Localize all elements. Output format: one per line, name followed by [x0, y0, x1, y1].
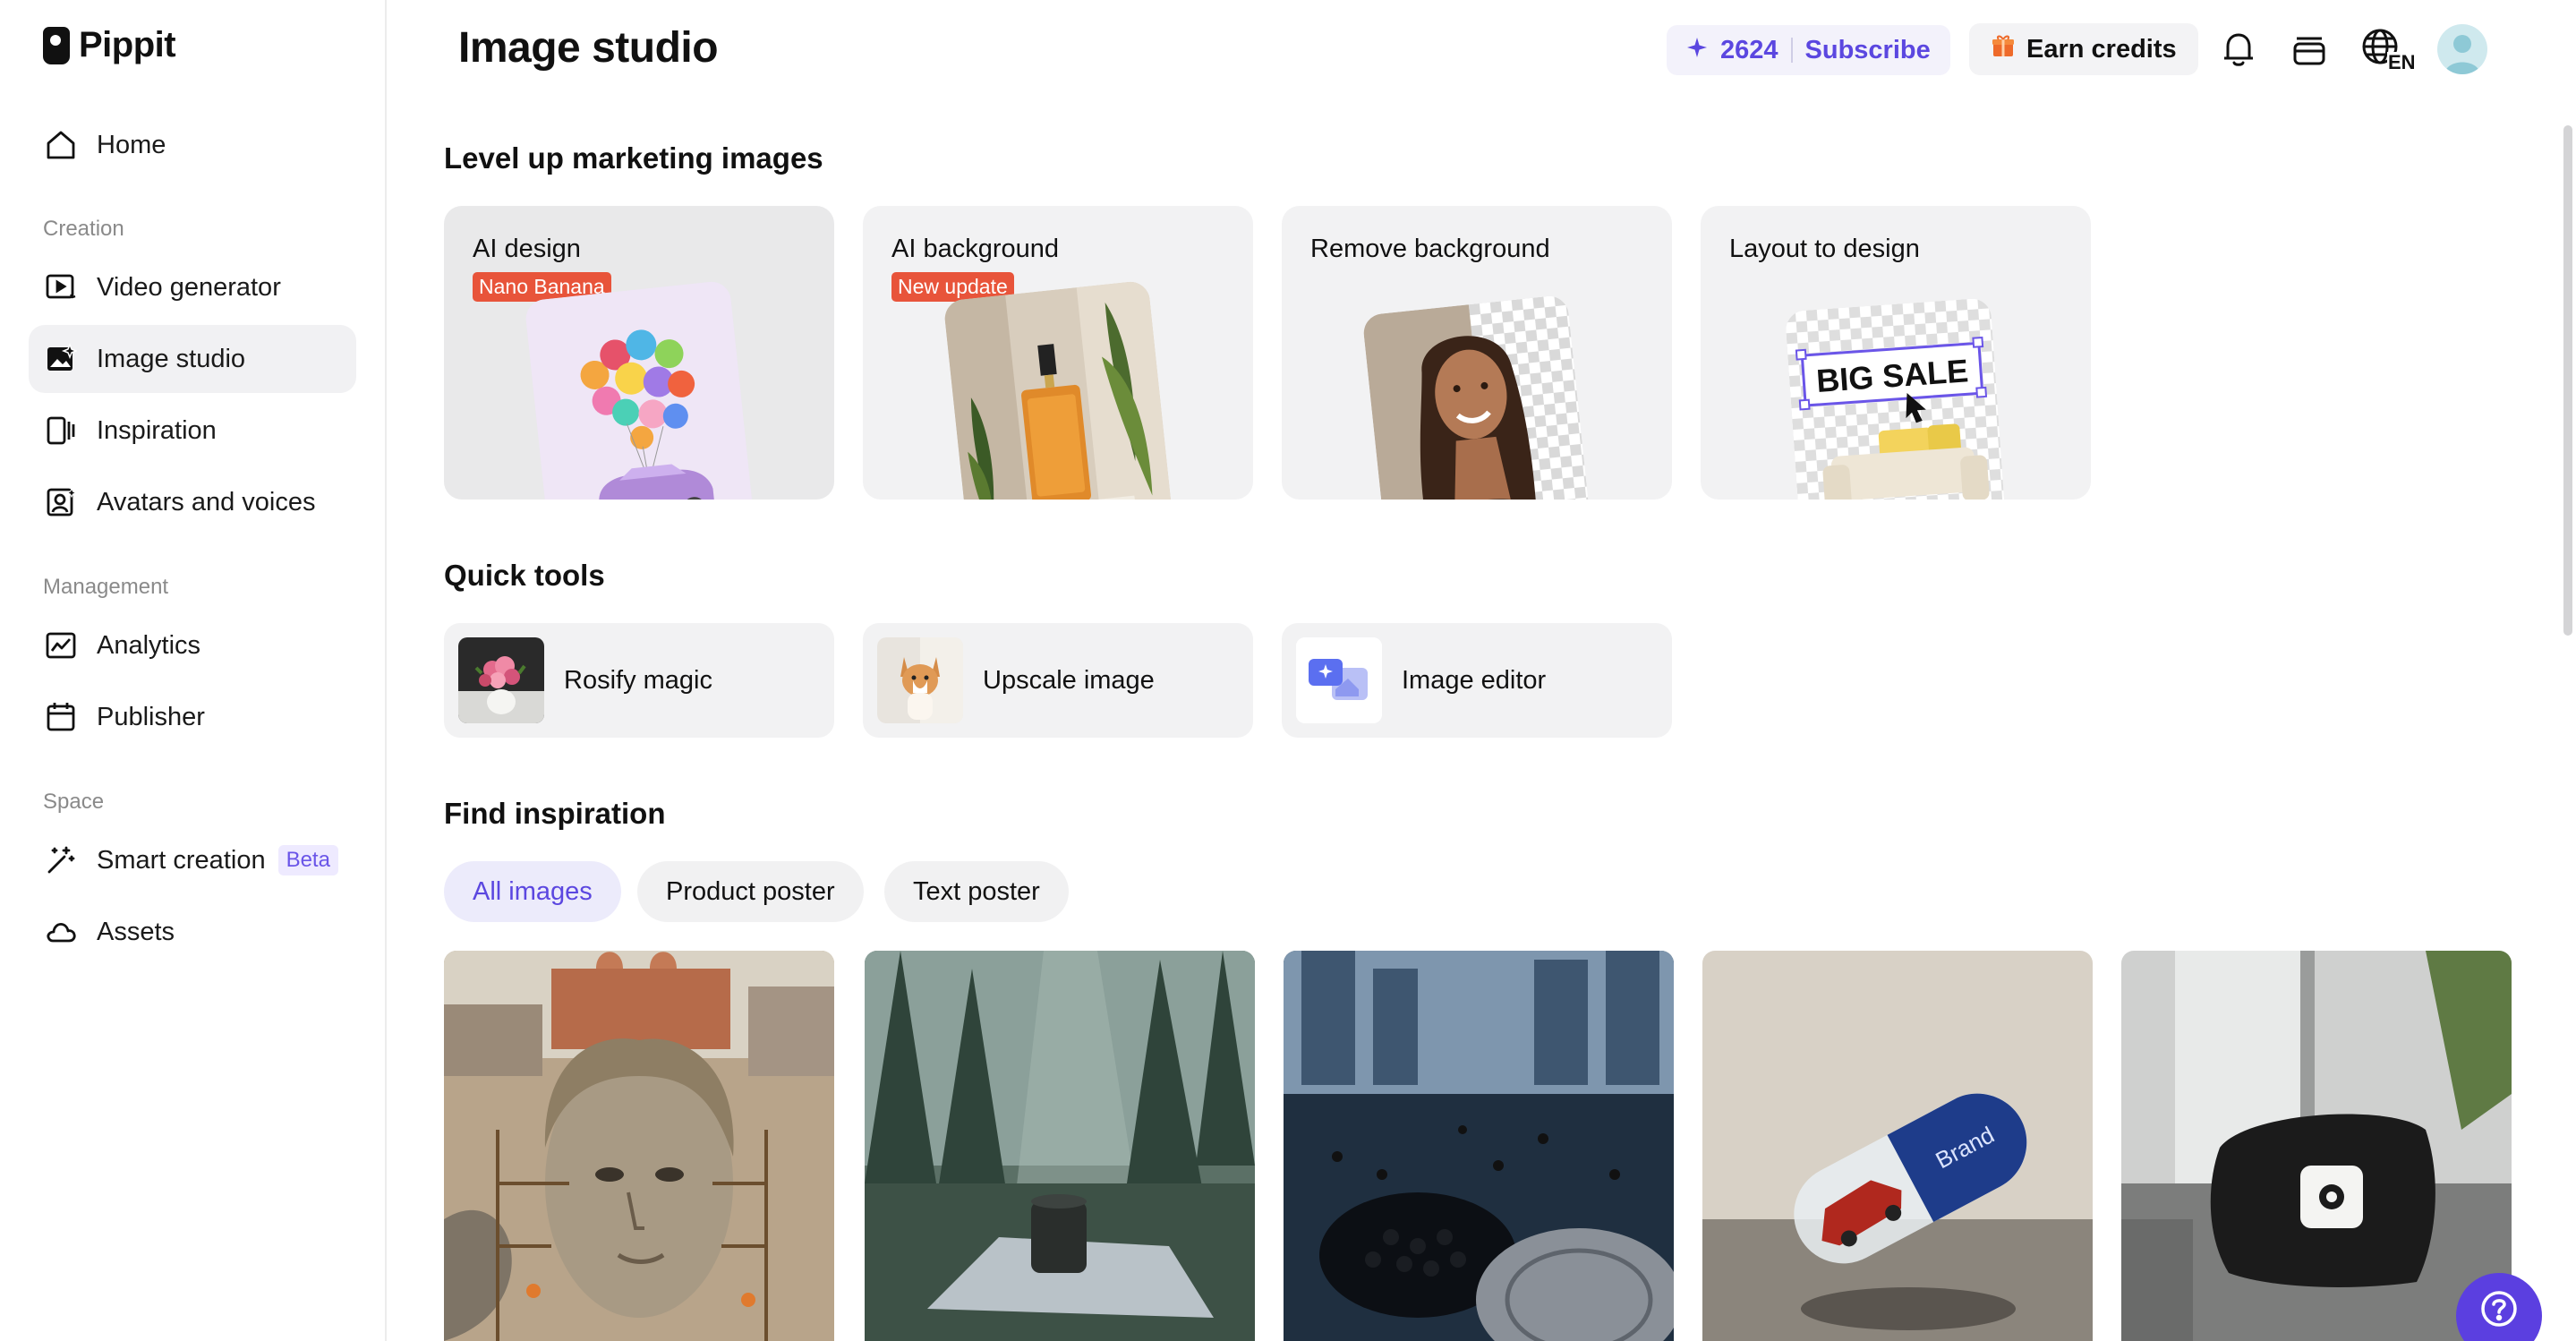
sidebar-item-image-studio[interactable]: Image studio	[29, 325, 356, 393]
section-title-creation: Creation	[43, 217, 124, 241]
sidebar-item-label: Video generator	[97, 272, 281, 302]
globe-language-icon[interactable]: EN	[2359, 27, 2415, 72]
chart-icon	[43, 628, 79, 663]
card-title: Remove background	[1310, 235, 1550, 263]
tool-image-editor[interactable]: Image editor	[1282, 623, 1672, 738]
magic-wand-icon	[43, 842, 79, 878]
card-remove-background[interactable]: Remove background	[1282, 206, 1672, 500]
perfume-bottle-illustration	[943, 279, 1173, 500]
gallery-image-manhole-street[interactable]	[1284, 951, 1674, 1341]
calendar-icon	[43, 699, 79, 735]
rose-vase-thumbnail	[458, 637, 544, 723]
credits-subscribe-pill[interactable]: 2624 Subscribe	[1667, 25, 1950, 75]
sidebar: Pippit Home Creation Video generator Ima…	[0, 0, 387, 1341]
card-ai-design[interactable]: AI design Nano Banana	[444, 206, 834, 500]
divider	[1790, 38, 1793, 63]
subscribe-button[interactable]: Subscribe	[1805, 36, 1931, 65]
sidebar-item-label: Inspiration	[97, 415, 217, 445]
app-logo[interactable]: Pippit	[43, 25, 176, 65]
cloud-icon	[43, 914, 79, 950]
sidebar-item-analytics[interactable]: Analytics	[29, 611, 356, 679]
tool-label: Upscale image	[983, 665, 1155, 695]
sidebar-item-assets[interactable]: Assets	[29, 898, 356, 966]
section-title-space: Space	[43, 790, 105, 814]
gallery-image-statue-city[interactable]	[444, 951, 834, 1341]
credits-count: 2624	[1720, 35, 1778, 64]
card-ai-background[interactable]: AI background New update	[863, 206, 1253, 500]
corgi-thumbnail	[877, 637, 963, 723]
stack-icon[interactable]	[2287, 27, 2332, 72]
tool-rosify-magic[interactable]: Rosify magic	[444, 623, 834, 738]
gallery-image-brand-capsule[interactable]: Brand	[1702, 951, 2093, 1341]
sidebar-item-smart-creation[interactable]: Smart creation Beta	[29, 826, 356, 894]
inspiration-icon	[43, 413, 79, 448]
avatar-icon	[43, 484, 79, 520]
sidebar-item-home[interactable]: Home	[29, 111, 356, 179]
language-code: EN	[2388, 51, 2414, 72]
image-sparkle-icon	[43, 341, 79, 377]
gallery-image-pillow-sofa[interactable]	[2121, 951, 2512, 1341]
sidebar-item-inspiration[interactable]: Inspiration	[29, 397, 356, 465]
filter-all-images[interactable]: All images	[444, 861, 621, 922]
sidebar-item-publisher[interactable]: Publisher	[29, 683, 356, 751]
pippit-logo-icon	[43, 26, 70, 64]
gallery-image-forest-product[interactable]	[865, 951, 1255, 1341]
section-title-management: Management	[43, 575, 169, 599]
beta-badge: Beta	[277, 845, 338, 875]
sidebar-item-label: Analytics	[97, 630, 201, 660]
user-avatar[interactable]	[2437, 24, 2487, 74]
section-title-marketing: Level up marketing images	[444, 141, 823, 175]
woman-portrait-illustration	[1361, 294, 1592, 500]
tool-label: Image editor	[1402, 665, 1547, 695]
sidebar-item-label: Avatars and voices	[97, 487, 316, 517]
balloon-car-illustration	[524, 279, 755, 500]
earn-credits-label: Earn credits	[2026, 34, 2177, 64]
home-icon	[43, 127, 79, 163]
image-editor-thumbnail	[1296, 637, 1382, 723]
card-title: AI background	[891, 235, 1060, 263]
card-title: AI design	[473, 235, 581, 263]
sidebar-item-label: Assets	[97, 917, 175, 946]
page-title: Image studio	[458, 24, 719, 72]
sidebar-item-label: Publisher	[97, 702, 205, 731]
video-play-icon	[43, 269, 79, 305]
big-sale-layout-illustration: BIG SALE	[1784, 297, 2008, 500]
sidebar-item-video-generator[interactable]: Video generator	[29, 253, 356, 321]
sparkle-icon	[1686, 36, 1708, 65]
filter-text-poster[interactable]: Text poster	[884, 861, 1069, 922]
sidebar-item-label: Home	[97, 130, 166, 159]
filter-product-poster[interactable]: Product poster	[637, 861, 864, 922]
sidebar-item-avatars-and-voices[interactable]: Avatars and voices	[29, 468, 356, 536]
logo-text: Pippit	[79, 25, 176, 64]
tool-label: Rosify magic	[564, 665, 712, 695]
card-layout-to-design[interactable]: Layout to design BIG SALE	[1701, 206, 2091, 500]
tool-upscale-image[interactable]: Upscale image	[863, 623, 1253, 738]
section-title-quick-tools: Quick tools	[444, 559, 605, 592]
gift-icon	[1991, 33, 2016, 65]
sidebar-item-label: Image studio	[97, 344, 246, 373]
section-title-inspiration: Find inspiration	[444, 797, 666, 830]
card-title: Layout to design	[1729, 235, 1920, 263]
page-scrollbar[interactable]	[2563, 125, 2572, 636]
sidebar-item-label: Smart creation	[97, 845, 266, 875]
bell-icon[interactable]	[2216, 27, 2261, 72]
help-question-icon	[2479, 1289, 2519, 1333]
earn-credits-button[interactable]: Earn credits	[1969, 23, 2198, 75]
